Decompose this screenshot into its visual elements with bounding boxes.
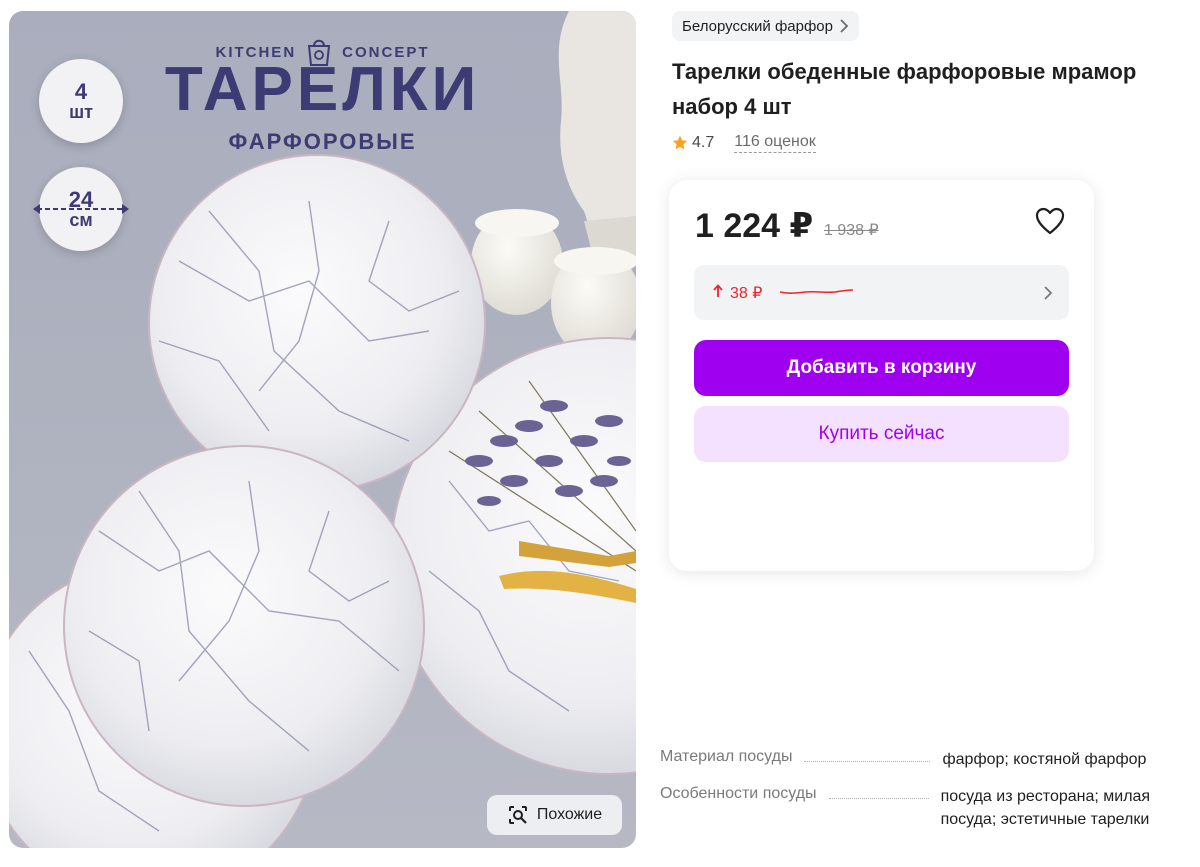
product-image[interactable]: KITCHEN CONCEPT ТАРЕЛКИ ФАРФОРОВЫЕ 4 шт …: [9, 11, 636, 848]
specs-list: Материал посуды фарфор; костяной фарфор …: [660, 748, 1190, 845]
size-badge: 24 см: [33, 167, 129, 251]
product-title-line1: Тарелки обеденные фарфоровые мрамор: [672, 59, 1137, 84]
current-price: 1 224 ₽: [695, 207, 814, 245]
spec-value: фарфор; костяной фарфор: [942, 751, 1147, 768]
spec-leader: [828, 785, 929, 799]
spec-name: Материал посуды: [660, 748, 793, 765]
brand-link[interactable]: Белорусский фарфор: [672, 11, 859, 41]
spec-row: Особенности посуды посуда из ресторана; …: [660, 785, 1190, 831]
similar-label: Похожие: [536, 806, 603, 823]
spec-row: Материал посуды фарфор; костяной фарфор: [660, 748, 1190, 771]
reviews-link[interactable]: 116 оценок: [734, 133, 816, 153]
brand-name: Белорусский фарфор: [682, 17, 833, 35]
chevron-right-icon: [1044, 286, 1053, 300]
arrow-up-icon: [713, 284, 723, 297]
product-title: Тарелки обеденные фарфоровые мрамор набо…: [672, 54, 1200, 124]
price-change-row[interactable]: 38 ₽: [694, 265, 1069, 320]
spec-value: посуда из ресторана; милая посуда; эстет…: [940, 788, 1151, 828]
old-price: 1 938 ₽: [824, 222, 879, 239]
quantity-badge: 4 шт: [39, 59, 123, 143]
quantity-unit: шт: [69, 102, 93, 123]
product-title-line2: набор 4 шт: [672, 94, 792, 119]
price-card: 1 224 ₽ 1 938 ₽ 38 ₽ Добавить в корзину …: [669, 180, 1094, 571]
add-to-cart-button[interactable]: Добавить в корзину: [694, 340, 1069, 396]
favorite-button[interactable]: [1034, 206, 1066, 238]
star-icon: [672, 135, 688, 150]
dimension-arrow-icon: [33, 204, 129, 214]
image-search-icon: [508, 806, 527, 824]
buy-now-button[interactable]: Купить сейчас: [694, 406, 1069, 462]
price-change-value: 38 ₽: [730, 285, 763, 302]
rating-value: 4.7: [692, 134, 715, 151]
price-trend-line: [779, 289, 854, 294]
chevron-right-icon: [840, 19, 849, 33]
rating-row: 4.7 116 оценок: [672, 133, 816, 153]
spec-leader: [804, 748, 931, 762]
size-unit: см: [69, 210, 93, 231]
spec-name: Особенности посуды: [660, 785, 817, 802]
heart-icon: [1035, 207, 1065, 235]
similar-button[interactable]: Похожие: [487, 795, 622, 835]
quantity-number: 4: [74, 79, 88, 104]
